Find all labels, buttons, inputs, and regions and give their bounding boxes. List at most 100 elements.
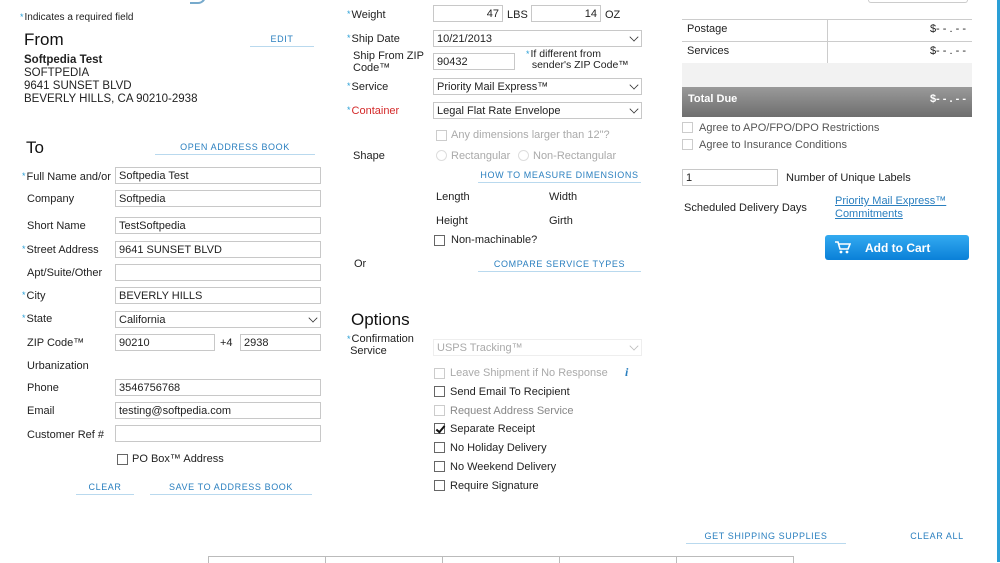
postage-divider — [827, 19, 828, 41]
company-input[interactable]: Softpedia — [115, 190, 321, 207]
street-label: *Street Address — [22, 244, 99, 256]
city-input[interactable]: BEVERLY HILLS — [115, 287, 321, 304]
total-due-bar: Total Due $- - . - - — [682, 87, 972, 117]
how-to-measure-button[interactable]: HOW TO MEASURE DIMENSIONS — [478, 170, 641, 183]
info-icon[interactable]: i — [625, 365, 628, 380]
zip-label: ZIP Code™ — [27, 337, 85, 349]
shape-nonrectangular-radio[interactable] — [518, 150, 529, 161]
from-heading: From — [24, 30, 64, 49]
compare-service-types-button[interactable]: COMPARE SERVICE TYPES — [478, 259, 641, 272]
zip-input[interactable]: 90210 — [115, 334, 215, 351]
from-company: SOFTPEDIA — [24, 67, 90, 79]
no-weekend-label: No Weekend Delivery — [450, 461, 557, 473]
chevron-down-icon — [629, 104, 639, 114]
state-select-value: California — [119, 314, 166, 326]
ship-from-zip-input[interactable]: 90432 — [433, 53, 515, 70]
customer-ref-label: Customer Ref # — [27, 429, 105, 441]
full-name-label: *Full Name and/or — [22, 171, 111, 183]
apo-label: Agree to APO/FPO/DPO Restrictions — [699, 122, 880, 134]
ship-from-zip-label: Ship From ZIP Code™ — [353, 50, 424, 74]
shape-rectangular-radio[interactable] — [436, 150, 447, 161]
ship-date-label: *Ship Date — [347, 33, 400, 45]
add-to-cart-label: Add to Cart — [865, 241, 931, 255]
state-label: *State — [22, 313, 53, 325]
chevron-down-icon — [629, 32, 639, 42]
shape-label: Shape — [353, 150, 385, 162]
container-value: Legal Flat Rate Envelope — [437, 105, 561, 117]
clear-button[interactable]: CLEAR — [76, 482, 134, 495]
ship-date-select[interactable]: 10/21/2013 — [433, 30, 642, 47]
total-due-label: Total Due — [688, 93, 738, 105]
services-value: $- - . - - — [929, 45, 966, 57]
edit-from-button[interactable]: EDIT — [250, 34, 314, 47]
options-heading: Options — [351, 310, 410, 329]
chevron-down-icon — [308, 313, 318, 323]
postage-value: $- - . - - — [929, 23, 966, 35]
short-name-input[interactable]: TestSoftpedia — [115, 217, 321, 234]
insurance-checkbox[interactable] — [682, 139, 693, 150]
postage-label: Postage — [687, 23, 728, 35]
non-machinable-checkbox[interactable] — [434, 235, 445, 246]
no-holiday-label: No Holiday Delivery — [450, 442, 547, 454]
container-label: *Container — [347, 105, 400, 117]
service-label: *Service — [347, 81, 389, 93]
state-select[interactable]: California — [115, 311, 321, 328]
width-label: Width — [549, 191, 578, 203]
insurance-label: Agree to Insurance Conditions — [699, 139, 847, 151]
send-email-checkbox[interactable] — [434, 386, 445, 397]
apt-label: Apt/Suite/Other — [27, 267, 103, 279]
apo-checkbox[interactable] — [682, 122, 693, 133]
require-signature-checkbox[interactable] — [434, 480, 445, 491]
get-shipping-supplies-button[interactable]: GET SHIPPING SUPPLIES — [686, 531, 846, 544]
services-row: Services $- - . - - — [682, 41, 972, 64]
phone-input[interactable]: 3546756768 — [115, 379, 321, 396]
container-select[interactable]: Legal Flat Rate Envelope — [433, 102, 642, 119]
weight-lbs-input[interactable]: 47 — [433, 5, 503, 22]
shape-rectangular-label: Rectangular — [451, 150, 511, 162]
non-machinable-label: Non-machinable? — [451, 234, 538, 246]
total-due-value: $- - . - - — [929, 93, 966, 105]
urbanization-label: Urbanization — [27, 360, 89, 372]
to-heading: To — [26, 138, 44, 157]
confirmation-label: *Confirmation Service — [347, 333, 414, 357]
dims-larger-checkbox[interactable] — [436, 130, 447, 141]
delivery-days-label: Scheduled Delivery Days — [684, 202, 807, 214]
service-value: Priority Mail Express™ — [437, 81, 549, 93]
confirmation-select[interactable]: USPS Tracking™ — [433, 339, 642, 356]
apt-input[interactable] — [115, 264, 321, 281]
customer-ref-input[interactable] — [115, 425, 321, 442]
request-address-label: Request Address Service — [450, 405, 574, 417]
street-input[interactable]: 9641 SUNSET BLVD — [115, 241, 321, 258]
length-label: Length — [436, 191, 470, 203]
no-holiday-checkbox[interactable] — [434, 442, 445, 453]
girth-label: Girth — [549, 215, 573, 227]
cart-icon — [835, 241, 851, 254]
if-different-note: *If different from sender's ZIP Code™ — [526, 48, 629, 71]
require-signature-label: Require Signature — [450, 480, 539, 492]
leave-shipment-label: Leave Shipment if No Response — [450, 367, 608, 379]
request-address-checkbox[interactable] — [434, 405, 445, 416]
separate-receipt-checkbox[interactable] — [434, 423, 445, 434]
full-name-input[interactable]: Softpedia Test — [115, 167, 321, 184]
separate-receipt-label: Separate Receipt — [450, 423, 535, 435]
po-box-label: PO Box™ Address — [132, 453, 224, 465]
service-select[interactable]: Priority Mail Express™ — [433, 78, 642, 95]
open-address-book-button[interactable]: OPEN ADDRESS BOOK — [155, 142, 315, 155]
unique-labels-input[interactable]: 1 — [682, 169, 778, 186]
weight-oz-input[interactable]: 14 — [531, 5, 601, 22]
confirmation-value: USPS Tracking™ — [437, 342, 523, 354]
phone-label: Phone — [27, 382, 59, 394]
unique-labels-label: Number of Unique Labels — [786, 172, 911, 184]
no-weekend-checkbox[interactable] — [434, 461, 445, 472]
po-box-checkbox[interactable] — [117, 454, 128, 465]
email-input[interactable]: testing@softpedia.com — [115, 402, 321, 419]
commitments-link[interactable]: Priority Mail Express™ Commitments — [835, 195, 946, 221]
leave-shipment-checkbox[interactable] — [434, 368, 445, 379]
save-to-address-book-button[interactable]: SAVE TO ADDRESS BOOK — [150, 482, 312, 495]
top-button-fragment — [868, 0, 968, 3]
add-to-cart-button[interactable]: Add to Cart — [825, 235, 969, 260]
plus4-input[interactable]: 2938 — [240, 334, 321, 351]
required-note: *Indicates a required field — [20, 12, 134, 23]
clear-all-button[interactable]: CLEAR ALL — [905, 531, 969, 543]
city-label: *City — [22, 290, 46, 302]
